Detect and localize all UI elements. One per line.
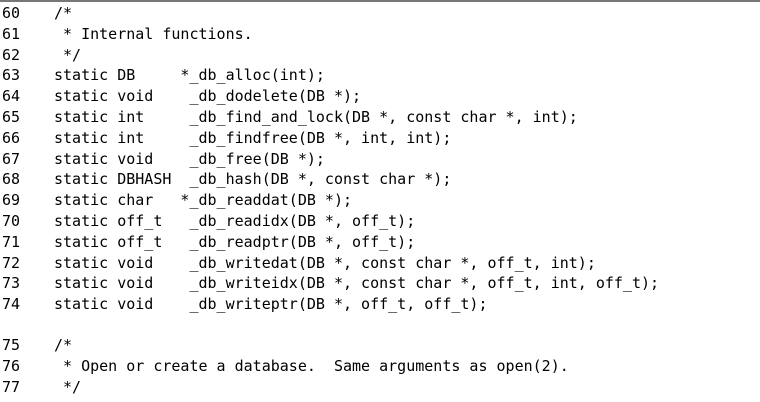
code-line: 68 static DBHASH _db_hash(DB *, const cha…	[2, 169, 758, 190]
code-listing: 60 /* 61 * Internal functions. 62 */ 63 st…	[2, 3, 758, 397]
code-line: 67 static void _db_free(DB *);	[2, 149, 758, 170]
line-text: * Open or create a database. Same argume…	[54, 356, 569, 375]
line-text: static void _db_free(DB *);	[54, 149, 325, 168]
code-line: 66 static int _db_findfree(DB *, int, int…	[2, 128, 758, 149]
line-text: static char *_db_readdat(DB *);	[54, 191, 353, 210]
line-text: * Internal functions.	[54, 24, 253, 43]
code-line: 64 static void _db_dodelete(DB *);	[2, 86, 758, 107]
line-text: static off_t _db_readidx(DB *, off_t);	[54, 211, 416, 230]
line-text: static DB *_db_alloc(int);	[54, 66, 325, 85]
code-line: 76 * Open or create a database. Same arg…	[2, 356, 758, 377]
line-number: 65	[2, 107, 21, 126]
code-line: 77 */	[2, 377, 758, 398]
line-text: /*	[54, 335, 73, 354]
line-number: 72	[2, 253, 21, 272]
line-number: 77	[2, 377, 21, 396]
line-number: 74	[2, 295, 21, 314]
line-text: static DBHASH _db_hash(DB *, const char …	[54, 170, 452, 189]
line-number: 66	[2, 128, 21, 147]
code-line: 72 static void _db_writedat(DB *, const c…	[2, 253, 758, 274]
line-text: */	[54, 45, 82, 64]
top-rule	[0, 0, 760, 2]
line-number: 75	[2, 335, 21, 354]
line-number: 73	[2, 274, 21, 293]
line-text: /*	[54, 4, 73, 22]
line-number: 71	[2, 232, 21, 251]
code-line: 74 static void _db_writeptr(DB *, off_t, …	[2, 294, 758, 315]
code-line: 73 static void _db_writeidx(DB *, const c…	[2, 273, 758, 294]
code-line: 63 static DB *_db_alloc(int);	[2, 65, 758, 86]
line-text: static int _db_findfree(DB *, int, int);	[54, 128, 452, 147]
line-number: 69	[2, 191, 21, 210]
code-line: 61 * Internal functions.	[2, 24, 758, 45]
line-text: static off_t _db_readptr(DB *, off_t);	[54, 232, 416, 251]
code-line: 75 /*	[2, 335, 758, 356]
line-text: static void _db_writeptr(DB *, off_t, of…	[54, 295, 488, 314]
line-number: 76	[2, 356, 21, 375]
line-number: 70	[2, 211, 21, 230]
code-line: 71 static off_t _db_readptr(DB *, off_t);	[2, 232, 758, 253]
line-number: 60	[2, 4, 21, 22]
line-number: 62	[2, 45, 21, 64]
code-line: 62 */	[2, 45, 758, 66]
line-number: 64	[2, 87, 21, 106]
line-number: 61	[2, 24, 21, 43]
code-line: 60 /*	[2, 3, 758, 24]
code-line: 65 static int _db_find_and_lock(DB *, con…	[2, 107, 758, 128]
line-text: */	[54, 377, 82, 396]
line-text: static void _db_writedat(DB *, const cha…	[54, 253, 596, 272]
code-line: 70 static off_t _db_readidx(DB *, off_t);	[2, 211, 758, 232]
line-text: static void _db_dodelete(DB *);	[54, 87, 362, 106]
line-text: static void _db_writeidx(DB *, const cha…	[54, 274, 660, 293]
line-number: 63	[2, 66, 21, 85]
line-text: static int _db_find_and_lock(DB *, const…	[54, 107, 578, 126]
code-line: 69 static char *_db_readdat(DB *);	[2, 190, 758, 211]
line-number: 67	[2, 149, 21, 168]
line-number: 68	[2, 170, 21, 189]
